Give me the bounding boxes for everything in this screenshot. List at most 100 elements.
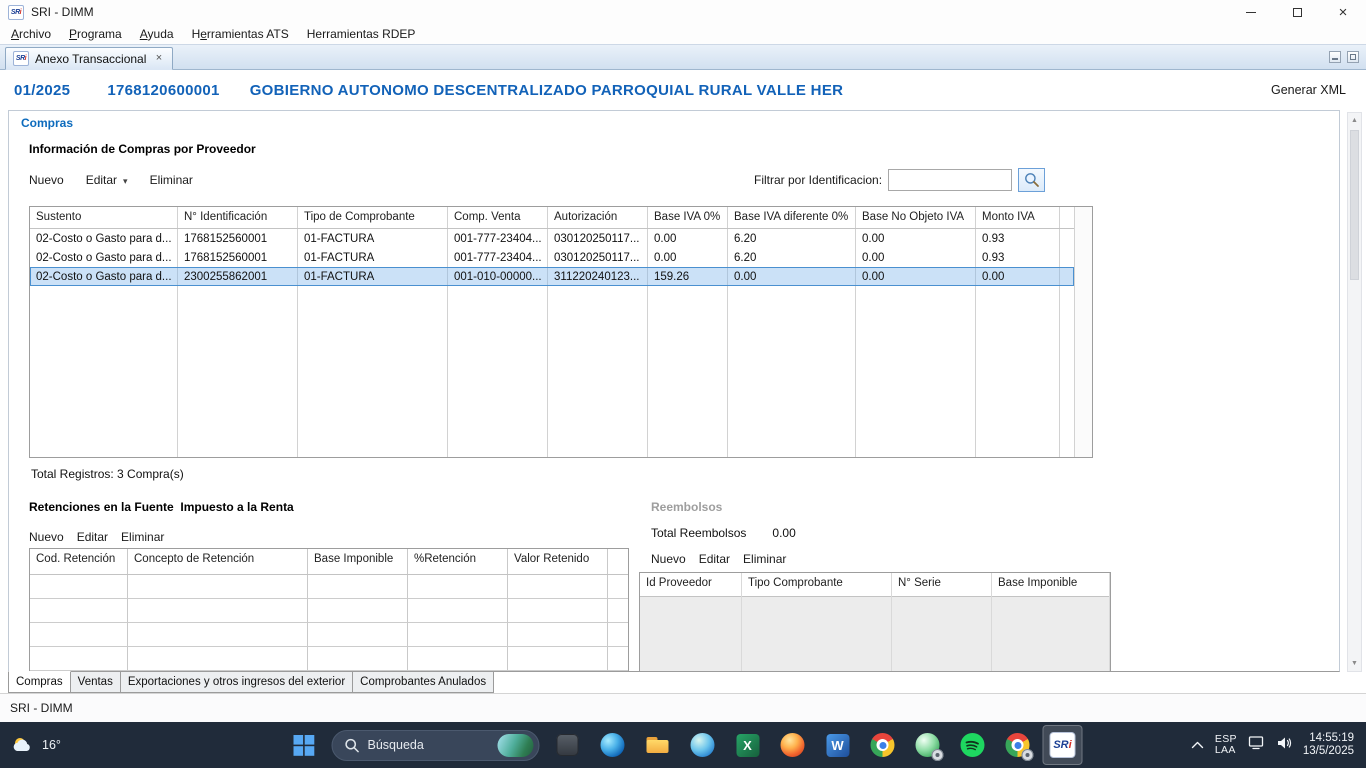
sri-dimm-icon[interactable]: SRi bbox=[1043, 725, 1083, 765]
gear-badge-icon bbox=[932, 749, 944, 761]
maximize-button[interactable] bbox=[1274, 0, 1320, 24]
spotify-icon[interactable] bbox=[953, 725, 993, 765]
retenciones-toolbar-nuevo-button[interactable]: Nuevo bbox=[29, 530, 64, 544]
menu-item-archivo[interactable]: Archivo bbox=[2, 25, 60, 43]
column-header-cod-retencion[interactable]: Cod. Retención bbox=[30, 549, 128, 574]
close-button[interactable] bbox=[1320, 0, 1366, 24]
filter-search-button[interactable] bbox=[1018, 168, 1045, 192]
cell: 311220240123... bbox=[548, 271, 648, 283]
weather-icon bbox=[10, 734, 36, 756]
edge-icon[interactable] bbox=[593, 725, 633, 765]
dark-app-icon[interactable] bbox=[548, 725, 588, 765]
file-explorer-icon[interactable] bbox=[638, 725, 678, 765]
excel-icon[interactable]: X bbox=[728, 725, 768, 765]
menu-item-ayuda[interactable]: Ayuda bbox=[131, 25, 183, 43]
reembolsos-toolbar-editar-button[interactable]: Editar bbox=[699, 552, 730, 566]
chrome-gear-app-icon[interactable] bbox=[998, 725, 1038, 765]
column-header-base-iva-0[interactable]: Base IVA 0% bbox=[648, 207, 728, 228]
column-header-retencion[interactable]: %Retención bbox=[408, 549, 508, 574]
column-header-concepto-de-retencion[interactable]: Concepto de Retención bbox=[128, 549, 308, 574]
compras-toolbar-nuevo-button[interactable]: Nuevo bbox=[29, 173, 64, 187]
cell: 030120250117... bbox=[548, 252, 648, 264]
retenciones-table[interactable]: Cod. RetenciónConcepto de RetenciónBase … bbox=[29, 548, 629, 672]
menu-item-herramientas-ats[interactable]: Herramientas ATS bbox=[183, 25, 298, 43]
reembolsos-total-label: Total Reembolsos bbox=[651, 526, 746, 540]
volume-icon[interactable] bbox=[1276, 736, 1292, 755]
scroll-down-icon[interactable] bbox=[1348, 656, 1361, 671]
column-header-autorizacion[interactable]: Autorización bbox=[548, 207, 648, 228]
search-icon bbox=[345, 738, 360, 753]
table-row[interactable]: 02-Costo o Gasto para d...17681525600010… bbox=[30, 248, 1074, 267]
column-header-monto-iva[interactable]: Monto IVA bbox=[976, 207, 1060, 228]
doc-minimize-icon[interactable] bbox=[1329, 51, 1341, 63]
taskbar-search[interactable]: Búsqueda bbox=[332, 730, 540, 761]
chrome-icon[interactable] bbox=[863, 725, 903, 765]
cell: 030120250117... bbox=[548, 233, 648, 245]
reembolsos-toolbar-eliminar-button[interactable]: Eliminar bbox=[743, 552, 786, 566]
retenciones-toolbar-editar-button[interactable]: Editar bbox=[77, 530, 108, 544]
column-header-n-serie[interactable]: N° Serie bbox=[892, 573, 992, 596]
compras-table[interactable]: SustentoN° IdentificaciónTipo de Comprob… bbox=[29, 206, 1093, 458]
column-header-id-proveedor[interactable]: Id Proveedor bbox=[640, 573, 742, 596]
column-header-comp-venta[interactable]: Comp. Venta bbox=[448, 207, 548, 228]
cell: 2300255862001 bbox=[178, 271, 298, 283]
bottom-tab-comprobantes-anulados[interactable]: Comprobantes Anulados bbox=[352, 671, 494, 693]
compras-toolbar-editar-button[interactable]: Editar▾ bbox=[86, 173, 128, 187]
column-header-base-imponible[interactable]: Base Imponible bbox=[992, 573, 1110, 596]
column-header-valor-retenido[interactable]: Valor Retenido bbox=[508, 549, 608, 574]
menu-item-herramientas-rdep[interactable]: Herramientas RDEP bbox=[298, 25, 425, 43]
bottom-tab-exportaciones-y-otros-ingresos-del-exterior[interactable]: Exportaciones y otros ingresos del exter… bbox=[120, 671, 353, 693]
weather-widget[interactable]: 16° bbox=[10, 722, 61, 768]
bottom-tab-ventas[interactable]: Ventas bbox=[70, 671, 121, 693]
total-registros: Total Registros: 3 Compra(s) bbox=[31, 467, 184, 481]
system-tray: ESP LAA 14:55:19 13/5/2025 bbox=[1191, 722, 1354, 768]
bottom-tab-compras[interactable]: Compras bbox=[8, 671, 71, 693]
cell: 001-777-23404... bbox=[448, 233, 548, 245]
search-highlight-image[interactable] bbox=[498, 734, 534, 757]
reembolsos-toolbar-nuevo-button[interactable]: Nuevo bbox=[651, 552, 686, 566]
start-button[interactable] bbox=[284, 725, 324, 765]
sri-tab-icon: SRi bbox=[13, 51, 29, 66]
retenciones-toolbar: Nuevo Editar Eliminar bbox=[29, 530, 164, 544]
cell: 001-777-23404... bbox=[448, 252, 548, 264]
scroll-up-icon[interactable] bbox=[1348, 113, 1361, 128]
empty-row bbox=[30, 647, 628, 671]
compras-toolbar-eliminar-button[interactable]: Eliminar bbox=[150, 173, 193, 187]
column-header-base-iva-diferente-0[interactable]: Base IVA diferente 0% bbox=[728, 207, 856, 228]
compras-toolbar: Nuevo Editar▾ Eliminar bbox=[29, 173, 193, 187]
tab-close-icon[interactable] bbox=[152, 52, 165, 65]
status-text: SRI - DIMM bbox=[10, 701, 73, 715]
filter-input[interactable] bbox=[888, 169, 1012, 191]
tray-chevron-icon[interactable] bbox=[1191, 736, 1204, 754]
empty-row bbox=[30, 599, 628, 623]
minimize-button[interactable] bbox=[1228, 0, 1274, 24]
column-header-tipo-comprobante[interactable]: Tipo Comprobante bbox=[742, 573, 892, 596]
clock[interactable]: 14:55:19 13/5/2025 bbox=[1303, 732, 1354, 758]
column-header-base-no-objeto-iva[interactable]: Base No Objeto IVA bbox=[856, 207, 976, 228]
green-gear-app-icon[interactable] bbox=[908, 725, 948, 765]
doc-restore-icon[interactable] bbox=[1347, 51, 1359, 63]
window-controls bbox=[1228, 0, 1366, 24]
section-title-compras: Información de Compras por Proveedor bbox=[29, 142, 256, 156]
page-scrollbar[interactable] bbox=[1347, 112, 1362, 672]
scroll-thumb[interactable] bbox=[1350, 130, 1359, 280]
column-header-tipo-de-comprobante[interactable]: Tipo de Comprobante bbox=[298, 207, 448, 228]
filter-bar: Filtrar por Identificacion: bbox=[754, 168, 1045, 192]
compras-toolbar-editar-dropdown-icon[interactable]: ▾ bbox=[123, 176, 128, 186]
retenciones-toolbar-eliminar-button[interactable]: Eliminar bbox=[121, 530, 164, 544]
table-row[interactable]: 02-Costo o Gasto para d...17681525600010… bbox=[30, 229, 1074, 248]
blue-app-icon[interactable] bbox=[683, 725, 723, 765]
firefox-icon[interactable] bbox=[773, 725, 813, 765]
column-header-sustento[interactable]: Sustento bbox=[30, 207, 178, 228]
word-icon[interactable]: W bbox=[818, 725, 858, 765]
column-header-base-imponible[interactable]: Base Imponible bbox=[308, 549, 408, 574]
keyboard-language-indicator[interactable]: ESP LAA bbox=[1215, 734, 1237, 756]
tab-anexo-transaccional[interactable]: SRi Anexo Transaccional bbox=[5, 47, 173, 70]
menu-item-programa[interactable]: Programa bbox=[60, 25, 131, 43]
network-icon[interactable] bbox=[1248, 735, 1265, 755]
generar-xml-button[interactable]: Generar XML bbox=[1271, 83, 1352, 97]
table-row[interactable]: 02-Costo o Gasto para d...23002558620010… bbox=[30, 267, 1074, 286]
column-header-n-identificacion[interactable]: N° Identificación bbox=[178, 207, 298, 228]
reembolsos-table[interactable]: Id ProveedorTipo ComprobanteN° SerieBase… bbox=[639, 572, 1111, 672]
table-scroll-area[interactable] bbox=[1074, 207, 1092, 457]
